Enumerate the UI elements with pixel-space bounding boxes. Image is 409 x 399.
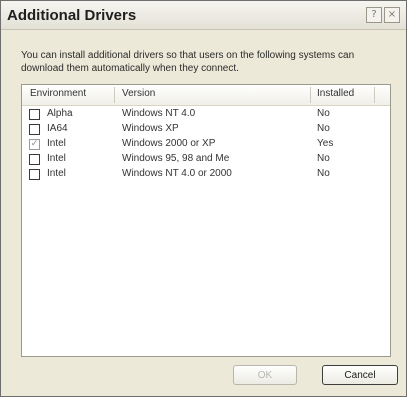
list-header: Environment Version Installed — [22, 85, 390, 106]
drivers-list[interactable]: Environment Version Installed Alpha Windo… — [21, 84, 391, 357]
installed-cell: No — [317, 123, 330, 134]
environment-cell: Intel — [47, 138, 66, 149]
environment-cell: Intel — [47, 168, 66, 179]
version-cell: Windows NT 4.0 — [122, 108, 196, 119]
driver-checkbox[interactable] — [29, 169, 40, 180]
close-icon[interactable]: × — [384, 7, 400, 23]
version-cell: Windows XP — [122, 123, 179, 134]
version-cell: Windows 2000 or XP — [122, 138, 216, 149]
driver-checkbox[interactable] — [29, 109, 40, 120]
version-cell: Windows NT 4.0 or 2000 — [122, 168, 232, 179]
environment-cell: IA64 — [47, 123, 68, 134]
list-rows: Alpha Windows NT 4.0 No IA64 Windows XP No ✓ In… — [22, 107, 390, 182]
environment-cell: Intel — [47, 153, 66, 164]
table-row[interactable]: ✓ Intel Windows 2000 or XP Yes — [22, 137, 390, 152]
column-divider[interactable] — [374, 87, 375, 103]
additional-drivers-dialog: Additional Drivers ? × You can install a… — [0, 0, 407, 397]
column-header-environment[interactable]: Environment — [30, 88, 86, 99]
installed-cell: No — [317, 168, 330, 179]
installed-cell: No — [317, 153, 330, 164]
column-divider[interactable] — [310, 87, 311, 103]
environment-cell: Alpha — [47, 108, 73, 119]
driver-checkbox[interactable]: ✓ — [29, 139, 40, 150]
installed-cell: Yes — [317, 138, 334, 149]
column-divider[interactable] — [114, 87, 115, 103]
table-row[interactable]: Intel Windows 95, 98 and Me No — [22, 152, 390, 167]
ok-button[interactable]: OK — [233, 365, 297, 385]
description-text: You can install additional drivers so th… — [21, 50, 355, 74]
table-row[interactable]: Intel Windows NT 4.0 or 2000 No — [22, 167, 390, 182]
title-bar: Additional Drivers ? × — [1, 1, 406, 30]
cancel-button[interactable]: Cancel — [322, 365, 398, 385]
column-header-installed[interactable]: Installed — [317, 88, 354, 99]
driver-checkbox[interactable] — [29, 124, 40, 135]
version-cell: Windows 95, 98 and Me — [122, 153, 230, 164]
help-icon[interactable]: ? — [366, 7, 382, 23]
table-row[interactable]: IA64 Windows XP No — [22, 122, 390, 137]
driver-checkbox[interactable] — [29, 154, 40, 165]
dialog-title: Additional Drivers — [7, 7, 137, 24]
table-row[interactable]: Alpha Windows NT 4.0 No — [22, 107, 390, 122]
installed-cell: No — [317, 108, 330, 119]
column-header-version[interactable]: Version — [122, 88, 155, 99]
